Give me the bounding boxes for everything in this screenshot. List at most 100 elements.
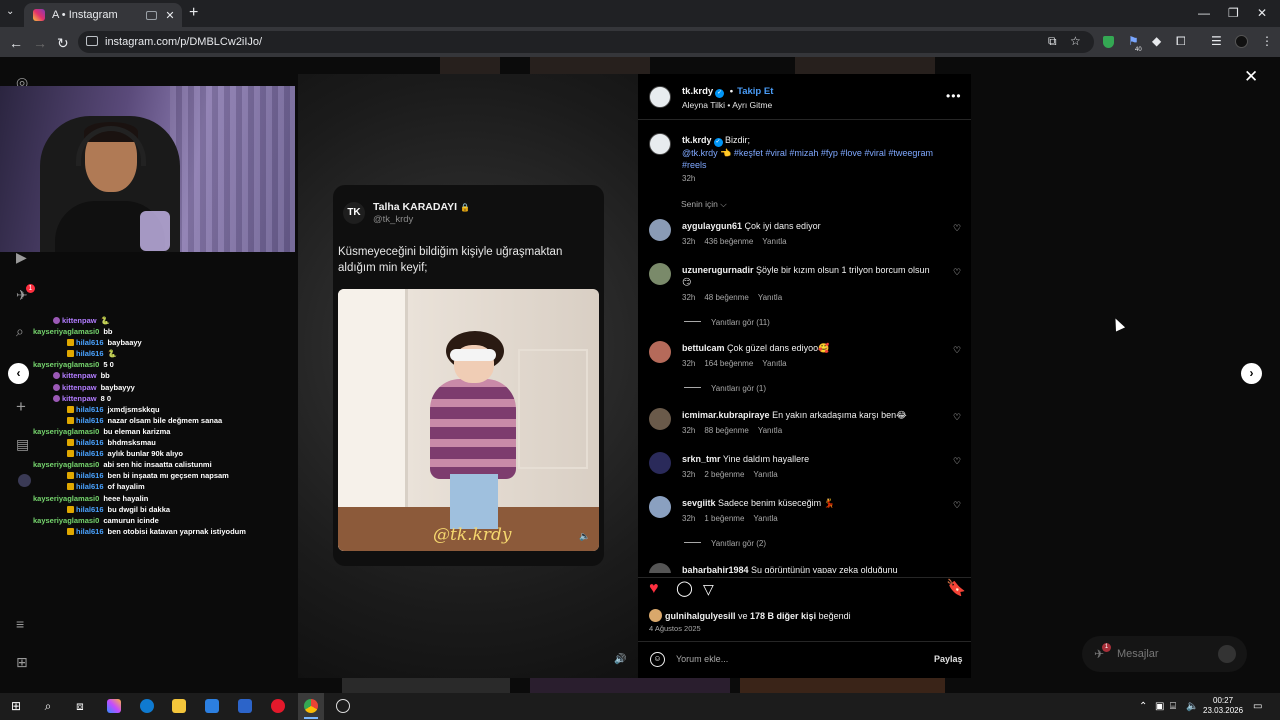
task-view-icon[interactable]: ⧈ [73,699,87,713]
post-comment-button[interactable]: Paylaş [934,654,963,664]
comment-like-heart-icon[interactable]: ♡ [953,412,961,423]
windows-start-icon[interactable]: ⊞ [9,699,23,713]
back-arrow-icon[interactable]: ← [9,35,23,51]
profile-avatar[interactable] [1235,35,1248,48]
copilot-icon[interactable] [107,699,121,713]
comment-like-heart-icon[interactable]: ♡ [953,456,961,467]
comment-input[interactable]: Yorum ekle... [676,654,728,664]
comment-likes[interactable]: 164 beğenme [704,359,753,368]
create-icon[interactable]: + [16,398,26,415]
browser-menu-icon[interactable]: ⋮ [1261,34,1273,48]
audio-track-label[interactable]: Aleyna Tilki • Ayrı Gitme [682,100,772,110]
share-icon[interactable]: ▽ [703,580,714,598]
notification-center-icon[interactable]: ▭ [1253,701,1262,712]
caption-username[interactable]: tk.krdy [682,135,712,145]
commenter-username[interactable]: icmimar.kubrapiraye [682,410,770,420]
previous-post-arrow-icon[interactable]: ‹ [8,363,29,384]
commenter-avatar[interactable] [649,219,671,241]
volume-icon[interactable]: 🔈 [1186,701,1198,712]
system-clock[interactable]: 00:27 23.03.2026 [1203,696,1243,716]
comment-likes[interactable]: 48 beğenme [704,293,748,302]
reading-list-icon[interactable]: ☰ [1211,34,1222,48]
new-tab-button[interactable]: + [189,4,198,22]
next-post-arrow-icon[interactable]: › [1241,363,1262,384]
comment-likes[interactable]: 436 beğenme [704,237,753,246]
reply-button[interactable]: Yanıtla [762,359,786,368]
reply-button[interactable]: Yanıtla [753,470,777,479]
comment-likes[interactable]: 1 beğenme [704,514,744,523]
emoji-picker-icon[interactable]: ☺ [650,652,665,667]
comment-like-heart-icon[interactable]: ♡ [953,500,961,511]
comment-sort-dropdown[interactable]: Senin için ⌵ [681,199,727,210]
commenter-username[interactable]: bettulcam [682,343,725,353]
mail-icon[interactable] [238,699,252,713]
view-replies-button[interactable]: Yanıtları gör (1) [684,384,766,393]
commenter-username[interactable]: srkn_tmr [682,454,721,464]
commenter-avatar[interactable] [649,496,671,518]
more-menu-icon[interactable]: ≡ [16,616,24,632]
install-app-icon[interactable]: ⧉ [1048,34,1057,48]
maximize-button[interactable]: ❐ [1228,6,1239,20]
edge-icon[interactable] [140,699,154,713]
audio-toggle-icon[interactable]: 🔊 [614,654,626,665]
file-explorer-icon[interactable] [172,699,186,713]
commenter-avatar[interactable] [649,408,671,430]
follow-button[interactable]: Takip Et [737,86,773,97]
comment-likes[interactable]: 2 beğenme [704,470,744,479]
commenter-avatar[interactable] [649,452,671,474]
commenter-avatar[interactable] [649,263,671,285]
view-replies-button[interactable]: Yanıtları gör (11) [684,318,770,327]
comment-icon[interactable]: ◯ [676,580,693,598]
minimize-button[interactable]: — [1198,6,1210,20]
extensions-puzzle-icon[interactable]: ⧠ [1176,34,1186,48]
more-options-icon[interactable]: ••• [946,89,962,103]
author-avatar[interactable] [649,86,671,108]
comment-like-heart-icon[interactable]: ♡ [953,267,961,278]
taskbar-search-icon[interactable]: ⌕ [41,699,55,713]
obs-icon[interactable] [336,699,350,713]
window-close-button[interactable]: ✕ [1257,6,1267,20]
extension-shield-icon[interactable] [1103,36,1114,48]
comment-like-heart-icon[interactable]: ♡ [953,345,961,356]
close-modal-icon[interactable]: ✕ [1244,67,1258,87]
messages-dock[interactable]: ✈ 1 Mesajlar [1082,636,1247,672]
bookmark-star-icon[interactable]: ☆ [1070,34,1081,48]
commenter-avatar[interactable] [649,563,671,573]
opera-icon[interactable] [271,699,285,713]
site-info-icon[interactable] [86,36,98,46]
tab-close-icon[interactable]: ✕ [164,9,176,22]
caption-avatar[interactable] [649,133,671,155]
tray-app-icon[interactable]: ▣ [1155,701,1164,712]
likes-summary[interactable]: gulnihalgulyesill ve 178 B diğer kişi be… [649,609,851,622]
commenter-avatar[interactable] [649,341,671,363]
reply-button[interactable]: Yanıtla [753,514,777,523]
show-hidden-icons-icon[interactable]: ⌃ [1139,701,1147,712]
view-replies-button[interactable]: Yanıtları gör (2) [684,539,766,548]
commenter-username[interactable]: sevgiitk [682,498,716,508]
commenter-username[interactable]: baharbahir1984 [682,565,749,573]
tab-instagram[interactable]: A • Instagram ✕ [24,3,182,27]
reply-button[interactable]: Yanıtla [758,426,782,435]
commenter-username[interactable]: aygulaygun61 [682,221,742,231]
dashboard-icon[interactable]: ▤ [16,436,29,452]
url-text[interactable]: instagram.com/p/DMBLCw2iIJo/ [105,36,262,48]
reply-button[interactable]: Yanıtla [758,293,782,302]
tab-search-icon[interactable]: ⌄ [6,6,14,17]
microsoft-store-icon[interactable] [205,699,219,713]
commenter-username[interactable]: uzunerugurnadir [682,265,754,275]
comment-likes[interactable]: 88 beğenme [704,426,748,435]
search-icon[interactable]: ⌕ [16,323,24,339]
save-bookmark-icon[interactable]: 🔖 [946,580,966,598]
reply-button[interactable]: Yanıtla [762,237,786,246]
also-from-meta-icon[interactable]: ⊞ [16,654,28,670]
reload-icon[interactable]: ↻ [57,35,69,51]
profile-sidebar-avatar[interactable] [18,474,31,487]
forward-arrow-icon[interactable]: → [33,35,47,51]
post-header-username[interactable]: tk.krdy ✓ • Takip Et [682,86,773,98]
chrome-icon[interactable] [304,699,318,713]
caption-hashtags[interactable]: @tk.krdy 👈 #keşfet #viral #mizah #fyp #l… [682,148,933,170]
network-icon[interactable]: ⌸ [1170,701,1176,712]
extension-diamond-icon[interactable]: ◆ [1152,34,1161,48]
comment-like-heart-icon[interactable]: ♡ [953,223,961,234]
like-heart-icon[interactable]: ♥ [649,580,659,598]
